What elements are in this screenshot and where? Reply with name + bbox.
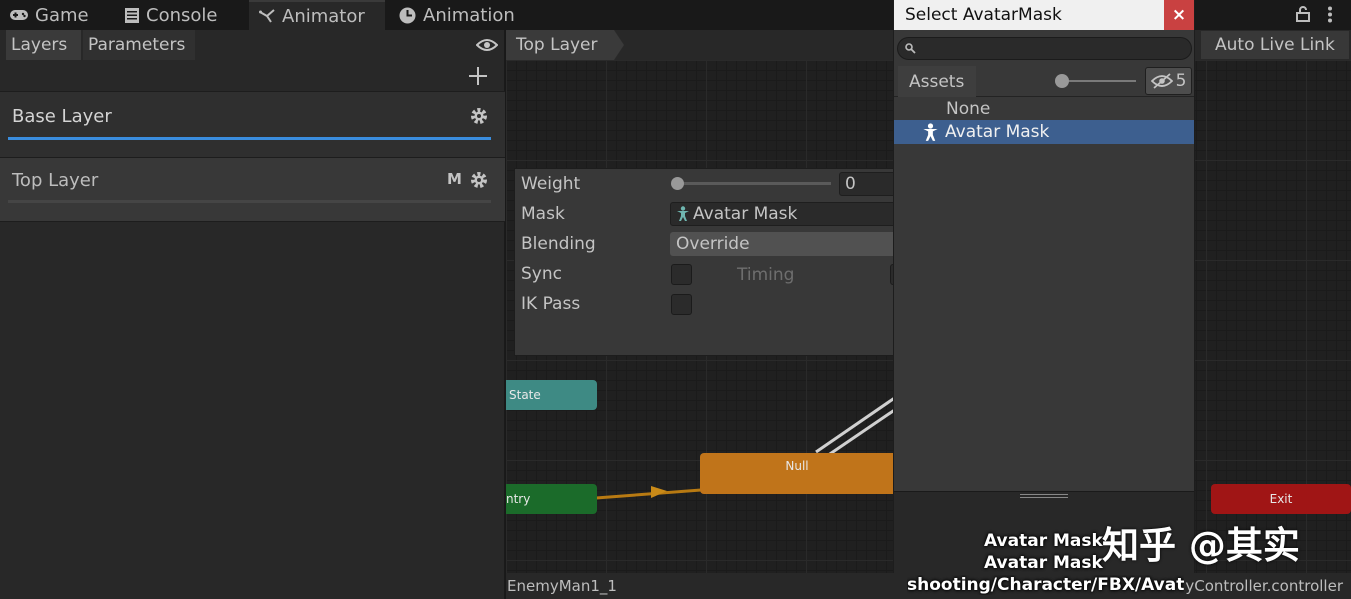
status-right: yController.controller — [1185, 577, 1343, 595]
ikpass-row: IK Pass — [521, 291, 580, 317]
gear-icon[interactable] — [469, 170, 489, 190]
node-label: ntry — [506, 492, 531, 506]
entry-node[interactable]: ntry — [506, 484, 597, 514]
tab-console[interactable]: Console — [115, 0, 243, 30]
list-item-avatar-mask[interactable]: Avatar Mask — [894, 120, 1194, 144]
picker-title-bar: Select AvatarMask — [894, 0, 1194, 30]
kebab-menu-icon[interactable] — [1327, 6, 1333, 23]
mask-row: Mask — [521, 201, 565, 227]
subtab-label: Layers — [11, 35, 68, 55]
tab-label: Game — [35, 4, 89, 26]
blending-row: Blending — [521, 231, 596, 257]
timing-label: Timing — [737, 265, 795, 285]
tab-label: Console — [146, 4, 218, 26]
blending-value: Override — [676, 234, 750, 254]
detail-line-2: Avatar Mask — [984, 553, 1103, 573]
weight-value: 0 — [845, 174, 856, 194]
tab-label: Animator — [282, 5, 365, 27]
detail-path: shooting/Character/FBX/Avat — [907, 575, 1184, 595]
weight-slider-handle[interactable] — [671, 177, 684, 190]
tab-animation[interactable]: Animation — [389, 0, 519, 30]
sync-row: Sync — [521, 261, 562, 287]
ikpass-label: IK Pass — [521, 294, 581, 314]
weight-label: Weight — [521, 174, 581, 194]
auto-live-link-label: Auto Live Link — [1215, 35, 1335, 55]
item-label: Avatar Mask — [945, 122, 1050, 142]
clock-icon — [399, 7, 416, 23]
auto-live-link-button[interactable]: Auto Live Link — [1201, 31, 1349, 59]
node-label: State — [509, 388, 541, 402]
layer-settings-popup: Weight 0 Mask Avatar Mask Blending Overr… — [514, 168, 911, 356]
console-icon — [125, 7, 139, 23]
blending-label: Blending — [521, 234, 596, 254]
eye-icon[interactable] — [476, 38, 498, 52]
mask-object-field[interactable]: Avatar Mask — [670, 202, 900, 226]
weight-slider-track[interactable] — [675, 182, 831, 185]
ikpass-checkbox[interactable] — [671, 294, 692, 315]
tab-label: Animation — [423, 4, 515, 26]
item-label: None — [946, 98, 991, 119]
hidden-count: 5 — [1175, 71, 1187, 91]
status-left: EnemyMan1_1 — [507, 577, 617, 595]
layer-weight-bar — [8, 137, 491, 140]
auto-live-link-bar: Auto Live Link — [1195, 30, 1351, 60]
mask-value: Avatar Mask — [693, 204, 798, 224]
close-icon: × — [1171, 5, 1187, 25]
weight-input[interactable]: 0 — [839, 172, 899, 196]
eye-hidden-icon — [1150, 73, 1173, 89]
node-label: Null — [785, 459, 809, 473]
picker-title: Select AvatarMask — [905, 5, 1062, 25]
subtab-parameters[interactable]: Parameters — [83, 30, 195, 60]
resize-handle[interactable] — [1020, 494, 1068, 498]
gear-icon[interactable] — [469, 106, 489, 126]
mask-badge: M — [447, 170, 462, 188]
tab-game[interactable]: Game — [0, 0, 108, 30]
detail-line-1: Avatar Mask — [984, 531, 1103, 551]
sync-label: Sync — [521, 264, 562, 284]
any-state-node[interactable]: State — [506, 380, 597, 410]
layer-name: Base Layer — [12, 106, 112, 127]
hidden-packages-toggle[interactable]: 5 — [1145, 67, 1192, 95]
node-label: Exit — [1269, 492, 1293, 506]
gamepad-icon — [10, 10, 28, 20]
animator-icon — [259, 9, 275, 23]
tab-animator[interactable]: Animator — [249, 0, 385, 30]
subtab-label: Parameters — [88, 35, 186, 55]
tab-assets[interactable]: Assets — [898, 66, 976, 97]
layer-weight-bar — [8, 200, 491, 203]
close-button[interactable]: × — [1164, 0, 1194, 30]
search-input[interactable] — [897, 37, 1192, 60]
subtab-layers[interactable]: Layers — [6, 30, 81, 60]
layers-panel: Layers Parameters Base Layer Top Layer M — [0, 30, 505, 599]
layer-item-top[interactable]: Top Layer M — [0, 158, 505, 222]
layers-toolbar — [0, 60, 505, 92]
sync-checkbox[interactable] — [671, 264, 692, 285]
exit-node[interactable]: Exit — [1211, 484, 1351, 514]
null-state-node[interactable]: Null — [700, 453, 894, 494]
watermark: 知乎 @其实 — [1102, 524, 1300, 567]
avatar-mask-icon — [923, 122, 938, 141]
lock-icon[interactable] — [1296, 6, 1310, 22]
icon-size-slider-handle[interactable] — [1055, 74, 1069, 88]
breadcrumb[interactable]: Top Layer — [506, 30, 624, 60]
breadcrumb-label: Top Layer — [516, 35, 598, 55]
mask-label: Mask — [521, 204, 565, 224]
search-icon — [905, 43, 916, 54]
icon-size-slider[interactable] — [1061, 80, 1136, 82]
layer-item-base[interactable]: Base Layer — [0, 92, 505, 158]
avatar-mask-icon — [677, 206, 689, 221]
blending-dropdown[interactable]: Override — [670, 232, 900, 256]
layer-name: Top Layer — [12, 170, 99, 191]
assets-tab-label: Assets — [909, 71, 965, 92]
weight-row: Weight — [521, 171, 580, 197]
select-avatarmask-window: Select AvatarMask × Assets 5 None Avatar… — [893, 0, 1195, 599]
add-layer-plus-icon[interactable] — [468, 66, 488, 86]
transition-arrow-icon — [651, 486, 667, 498]
list-item-none[interactable]: None — [894, 97, 1194, 120]
